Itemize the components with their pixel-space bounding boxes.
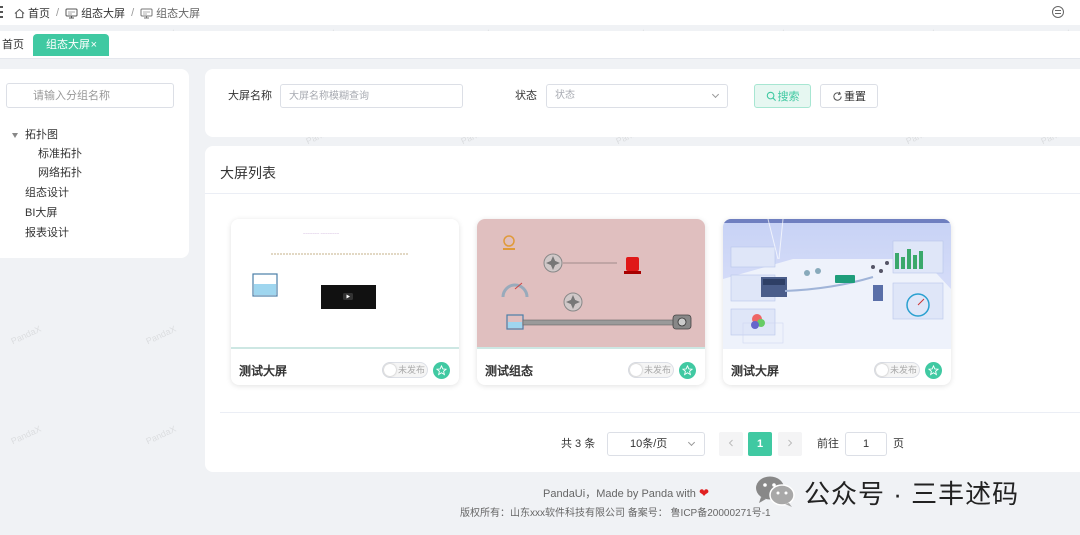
close-icon[interactable]: × (91, 34, 97, 56)
monitor-icon (140, 8, 153, 19)
screen-card[interactable]: 测试大屏 未发布 (723, 219, 951, 385)
divider (205, 193, 1080, 194)
heart-icon: ❤ (698, 486, 709, 500)
watermark-text: PandaX (144, 323, 178, 347)
toggle-knob (630, 364, 642, 376)
watermark-text: PandaX (9, 423, 43, 447)
toggle-knob (384, 364, 396, 376)
tree-node-standard-topology[interactable]: 标准拓扑 (38, 144, 82, 164)
toggle-knob (876, 364, 888, 376)
settings-menu-icon[interactable] (1052, 6, 1064, 18)
publish-toggle[interactable]: 未发布 (382, 362, 428, 378)
screen-name-label: 大屏名称 (228, 90, 272, 102)
top-navbar: 首页 / 组态大屏 / 组态大屏 (0, 0, 1080, 25)
svg-text:~~~~~~~ ~~~~~~~~: ~~~~~~~ ~~~~~~~~ (303, 231, 340, 236)
screen-thumbnail[interactable]: ~~~~~~~ ~~~~~~~~ (231, 219, 459, 349)
tags-view: 首页 组态大屏 × (0, 31, 1080, 59)
chevron-down-icon (687, 438, 696, 447)
publish-status: 未发布 (890, 365, 918, 375)
watermark-text: PandaX (144, 423, 178, 447)
screen-name-field[interactable] (280, 84, 463, 108)
publish-status: 未发布 (644, 365, 672, 375)
goto-page-input[interactable]: 1 (845, 432, 887, 456)
breadcrumb-separator: / (131, 7, 135, 19)
status-select[interactable]: 状态 (546, 84, 728, 108)
footer-copyright: 版权所有：山东xxx软件科技有限公司 备案号： 鲁ICP备20000271号-1 (460, 508, 771, 519)
chevron-left-icon (727, 438, 735, 450)
chevron-down-icon (711, 90, 720, 99)
group-tree-panel: 拓扑图 标准拓扑 网络拓扑 组态设计 BI大屏 报表设计 (0, 69, 189, 258)
tree-node-configuration-design[interactable]: 组态设计 (25, 183, 69, 203)
screen-card[interactable]: 测试组态 未发布 (477, 219, 705, 385)
next-page-button[interactable] (778, 432, 802, 456)
pagination-total: 共 3 条 (561, 438, 596, 450)
refresh-icon (832, 91, 843, 102)
reset-button[interactable]: 重置 (820, 84, 878, 108)
breadcrumb-home[interactable]: 首页 (14, 5, 50, 21)
screen-name-input[interactable] (281, 85, 462, 107)
star-icon[interactable] (433, 362, 450, 379)
home-icon (14, 8, 25, 19)
star-icon[interactable] (679, 362, 696, 379)
screen-thumbnail[interactable] (723, 219, 951, 349)
tag-active[interactable]: 组态大屏 × (33, 34, 109, 56)
breadcrumb-item[interactable]: 组态大屏 (65, 5, 125, 21)
search-button[interactable]: 搜索 (754, 84, 811, 108)
chevron-right-icon (786, 438, 794, 450)
tree-node-report-design[interactable]: 报表设计 (25, 223, 69, 243)
divider (220, 412, 1080, 413)
page-size-select[interactable]: 10条/页 (607, 432, 705, 456)
wechat-watermark: 公众号 · 三丰述码 (754, 474, 1019, 511)
screen-thumbnail[interactable] (477, 219, 705, 349)
publish-status: 未发布 (398, 365, 426, 375)
screen-name: 测试组态 (485, 364, 534, 378)
goto-label: 前往 (817, 438, 839, 450)
tree-node-network-topology[interactable]: 网络拓扑 (38, 163, 82, 183)
caret-down-icon[interactable] (12, 132, 18, 138)
watermark-text: PandaX (9, 323, 43, 347)
publish-toggle[interactable]: 未发布 (628, 362, 674, 378)
tag-home[interactable]: 首页 (2, 34, 24, 56)
page-number-current[interactable]: 1 (748, 432, 772, 456)
tree-search-input[interactable] (7, 84, 173, 107)
screen-name: 测试大屏 (239, 364, 288, 378)
page-suffix: 页 (893, 438, 904, 450)
publish-toggle[interactable]: 未发布 (874, 362, 920, 378)
tree-node-topology[interactable]: 拓扑图 (12, 125, 58, 145)
breadcrumb-current: 组态大屏 (140, 5, 200, 21)
search-form: 大屏名称 状态 状态 搜索 重置 (205, 69, 1080, 137)
prev-page-button[interactable] (719, 432, 743, 456)
wechat-icon (754, 474, 796, 511)
breadcrumb: 首页 / 组态大屏 / 组态大屏 (14, 5, 200, 21)
screen-list-panel: 大屏列表 ~~~~~~~ ~~~~~~~~ 测试大屏 未发布 测试组态 未发布 … (205, 146, 1080, 472)
star-icon[interactable] (925, 362, 942, 379)
status-label: 状态 (515, 90, 537, 102)
search-icon (766, 91, 777, 102)
tree-node-bi-screen[interactable]: BI大屏 (25, 203, 57, 223)
screen-name: 测试大屏 (731, 364, 780, 378)
hamburger-icon[interactable] (0, 6, 3, 18)
screen-card[interactable]: ~~~~~~~ ~~~~~~~~ 测试大屏 未发布 (231, 219, 459, 385)
breadcrumb-separator: / (56, 7, 60, 19)
tree-search-field[interactable] (6, 83, 174, 108)
monitor-icon (65, 8, 78, 19)
list-title: 大屏列表 (220, 165, 276, 181)
